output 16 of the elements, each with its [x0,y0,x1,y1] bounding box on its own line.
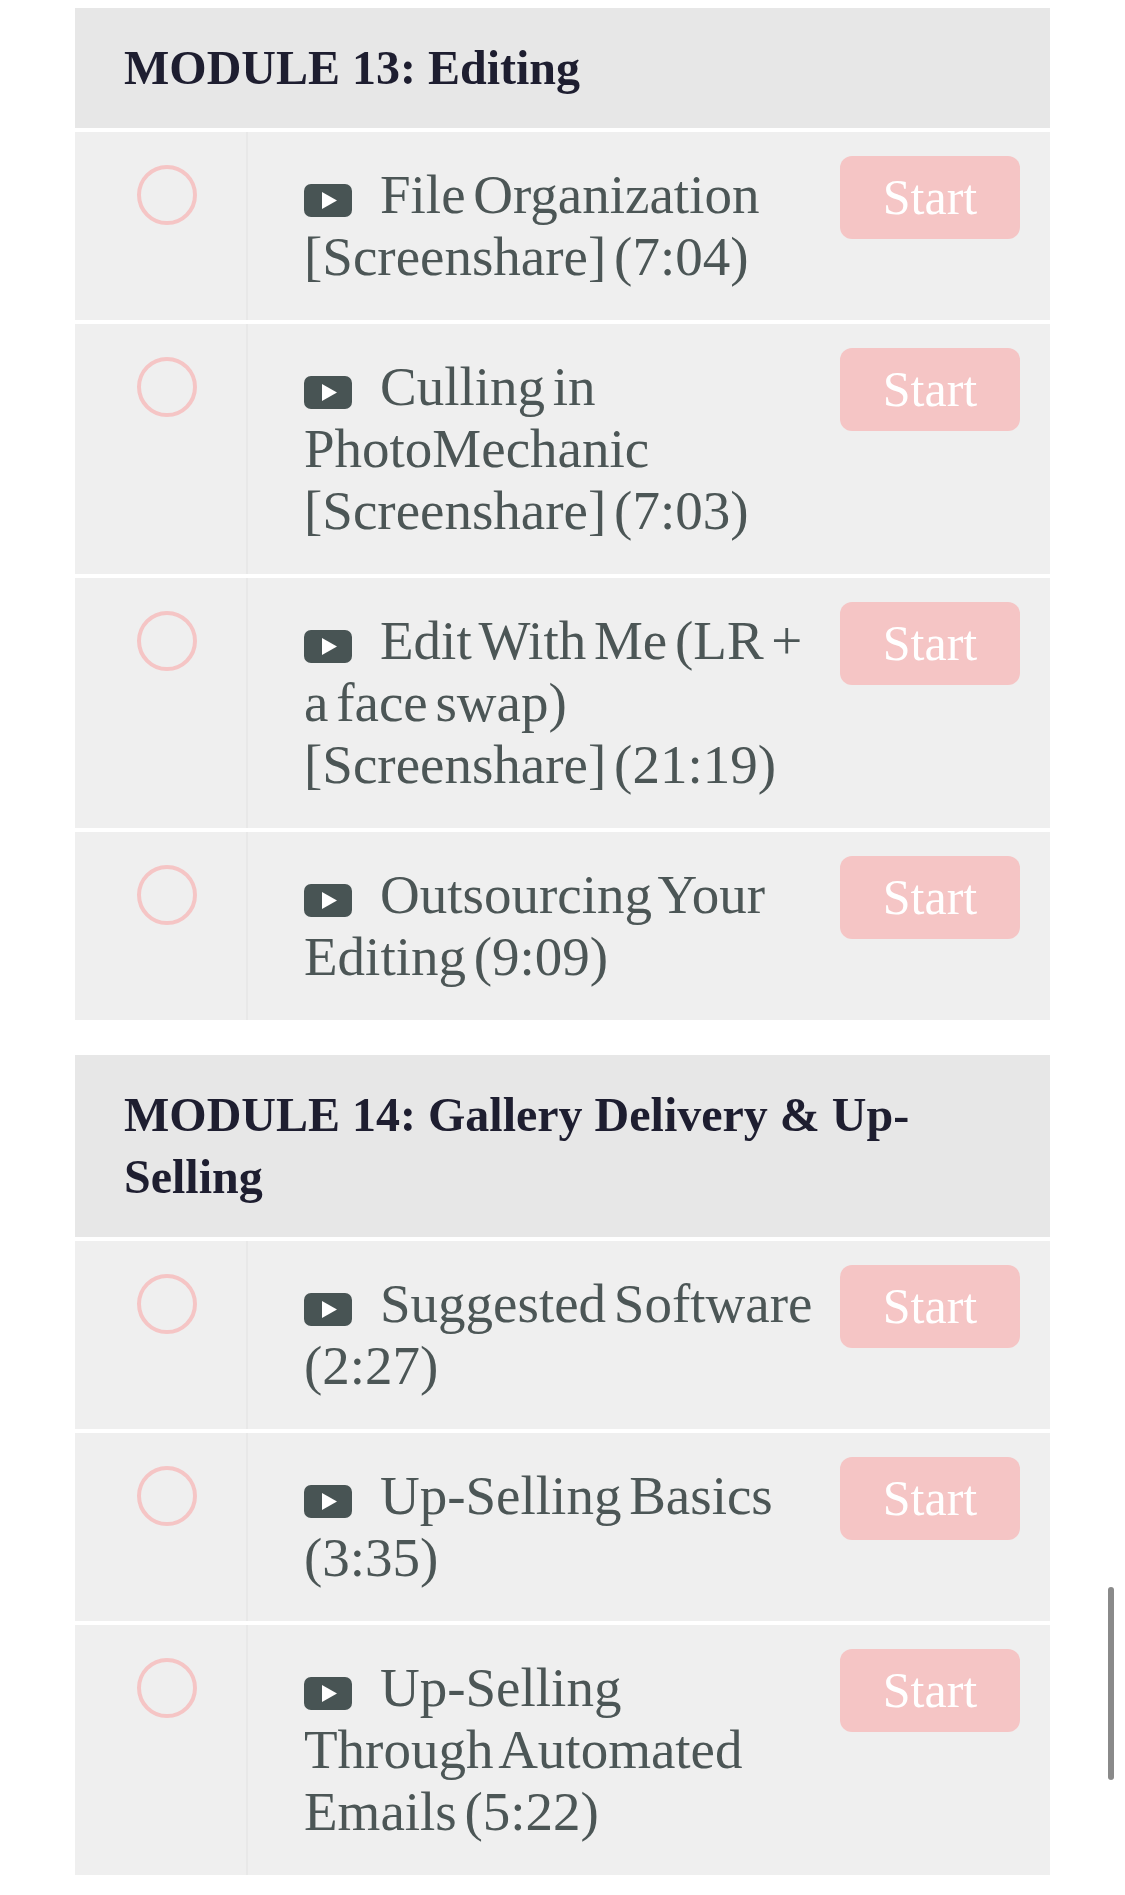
video-play-icon [304,1293,352,1326]
lesson-link[interactable]: Culling in PhotoMechanic [Screenshare] (7:03) [304,356,815,542]
video-play-icon [304,884,352,917]
lesson-link[interactable]: File Organization [Screenshare] (7:04) [304,164,815,288]
module-heading: MODULE 13: Editing [75,8,1050,128]
video-play-icon [304,1485,352,1518]
lesson-link[interactable]: Up-Selling Through Automated Emails (5:22) [304,1657,815,1843]
module-heading: MODULE 14: Gallery Delivery & Up-Selling [75,1055,1050,1237]
lesson-link[interactable]: Suggested Software (2:27) [304,1273,815,1397]
video-play-icon [304,184,352,217]
video-play-icon [304,1677,352,1710]
video-play-icon [304,376,352,409]
lesson-link[interactable]: Outsourcing Your Editing (9:09) [304,864,815,988]
video-play-icon [304,630,352,663]
lesson-link[interactable]: Edit With Me (LR + a face swap) [Screenshare] (21:19) [304,610,815,796]
lesson-link[interactable]: Up-Selling Basics (3:35) [304,1465,815,1589]
